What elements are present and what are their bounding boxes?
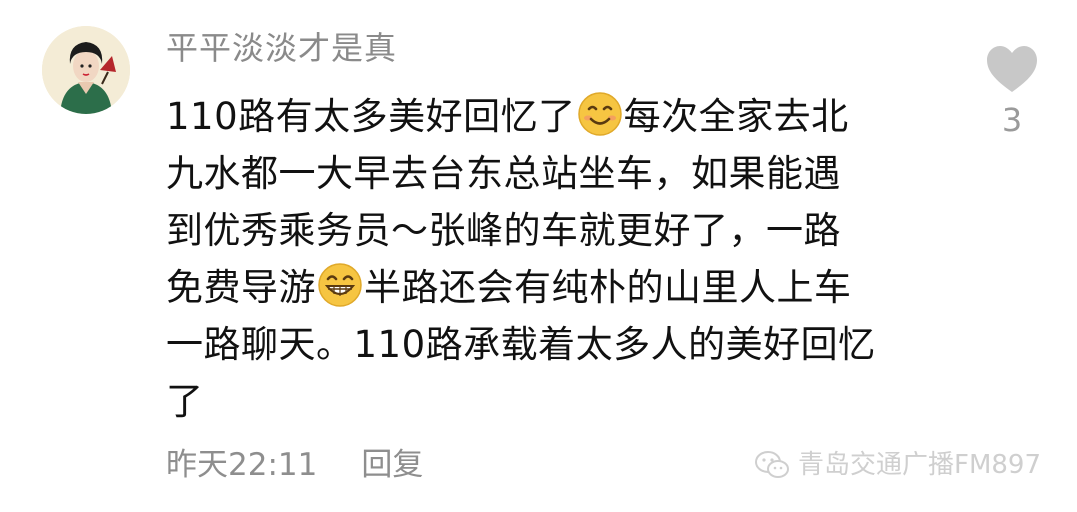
like-count: 3 bbox=[1001, 101, 1023, 139]
reply-button[interactable]: 回复 bbox=[361, 447, 423, 483]
comment-line: 免费导游 半路还会有纯朴的山里人上车 bbox=[166, 259, 956, 316]
comment-text: 110路有太多美好回忆了 每次全家去北 九水都一大早去台东总站坐车，如果能遇 到… bbox=[166, 88, 956, 430]
avatar[interactable] bbox=[42, 26, 130, 114]
comment-line: 九水都一大早去台东总站坐车，如果能遇 bbox=[166, 152, 841, 195]
like-control[interactable]: 3 bbox=[978, 44, 1046, 138]
watermark-text: 青岛交通广播FM897 bbox=[797, 450, 1041, 480]
smiling-face-icon bbox=[577, 91, 623, 137]
portrait-icon bbox=[42, 26, 130, 114]
comment-line: 到优秀乘务员～张峰的车就更好了，一路 bbox=[166, 209, 841, 252]
comment-line: 一路聊天。110路承载着太多人的美好回忆 bbox=[166, 323, 876, 366]
grinning-face-icon bbox=[317, 262, 363, 308]
comment-line: 110路有太多美好回忆了 每次全家去北 bbox=[166, 88, 956, 145]
heart-icon[interactable] bbox=[985, 44, 1039, 94]
comment-line: 了 bbox=[166, 380, 204, 423]
timestamp: 昨天22:11 bbox=[166, 447, 318, 483]
watermark: 青岛交通广播FM897 bbox=[754, 447, 1041, 483]
wechat-icon bbox=[754, 451, 789, 478]
comment-meta: 昨天22:11 回复 bbox=[166, 445, 423, 485]
username[interactable]: 平平淡淡才是真 bbox=[166, 26, 397, 70]
